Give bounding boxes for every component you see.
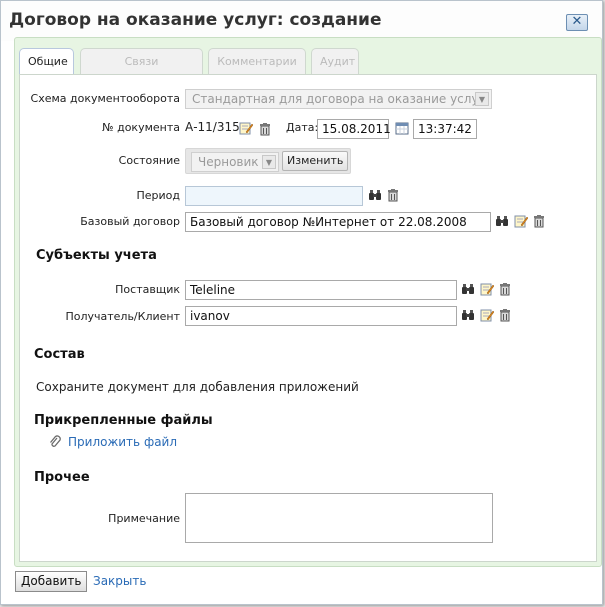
trash-icon[interactable] [532,214,546,228]
dialog-window: Договор на оказание услуг: создание ✕ Об… [0,0,603,605]
edit-icon[interactable] [514,214,528,228]
attachments-heading: Прикрепленные файлы [34,413,213,428]
main-panel: Общие Связи документов Комментарии Аудит… [14,37,602,567]
supplier-label: Поставщик [115,283,180,296]
base-contract-label: Базовый договор [80,215,180,228]
note-textarea[interactable] [185,493,493,543]
period-input[interactable] [185,186,363,206]
close-icon[interactable]: ✕ [566,14,588,31]
state-select[interactable]: Черновик ▼ [191,152,279,172]
change-state-button[interactable]: Изменить [282,151,349,171]
tab-document-links[interactable]: Связи документов [80,48,203,93]
chevron-down-icon[interactable]: ▼ [262,155,276,169]
tab-general[interactable]: Общие [19,48,74,75]
trash-icon[interactable] [498,282,512,296]
workflow-select[interactable]: Стандартная для договора на оказание усл… [185,89,492,109]
binoculars-icon[interactable] [368,188,382,202]
note-label: Примечание [108,512,180,525]
attach-file-link[interactable]: Приложить файл [68,435,177,449]
base-contract-input[interactable]: Базовый договор №Интернет от 22.08.2008 [185,212,491,232]
close-link[interactable]: Закрыть [93,574,146,588]
recipient-label: Получатель/Клиент [65,310,180,323]
tab-comments[interactable]: Комментарии [208,48,306,74]
time-input[interactable]: 13:37:42 [413,119,477,139]
dialog-title: Договор на оказание услуг: создание [9,10,382,30]
tab-content: Схема документооборота Стандартная для д… [19,74,597,562]
composition-text: Сохраните документ для добавления прилож… [36,380,359,394]
binoculars-icon[interactable] [495,214,509,228]
state-value: Черновик [198,155,259,169]
trash-icon[interactable] [258,122,272,136]
state-label: Состояние [118,154,180,167]
add-button[interactable]: Добавить [15,571,88,592]
binoculars-icon[interactable] [461,308,475,322]
date-label: Дата: [286,121,319,134]
doc-number-value: А-11/315 [185,120,240,134]
edit-icon[interactable] [239,121,253,135]
recipient-input[interactable]: ivanov [185,306,457,326]
trash-icon[interactable] [386,188,400,202]
binoculars-icon[interactable] [461,282,475,296]
edit-icon[interactable] [480,282,494,296]
edit-icon[interactable] [480,308,494,322]
workflow-label: Схема документооборота [30,92,180,105]
other-heading: Прочее [34,470,90,485]
composition-heading: Состав [34,347,85,362]
subjects-heading: Субъекты учета [36,248,157,263]
period-label: Период [136,189,180,202]
date-input[interactable]: 15.08.2011 [317,119,391,139]
paperclip-icon [50,435,61,447]
supplier-input[interactable]: Teleline [185,280,457,300]
doc-number-label: № документа [102,121,180,134]
tab-audit[interactable]: Аудит [311,48,359,74]
titlebar: Договор на оказание услуг: создание ✕ [1,1,602,41]
workflow-value: Стандартная для договора на оказание усл… [192,92,485,106]
trash-icon[interactable] [498,308,512,322]
chevron-down-icon[interactable]: ▼ [475,92,489,106]
calendar-icon[interactable] [395,121,409,135]
